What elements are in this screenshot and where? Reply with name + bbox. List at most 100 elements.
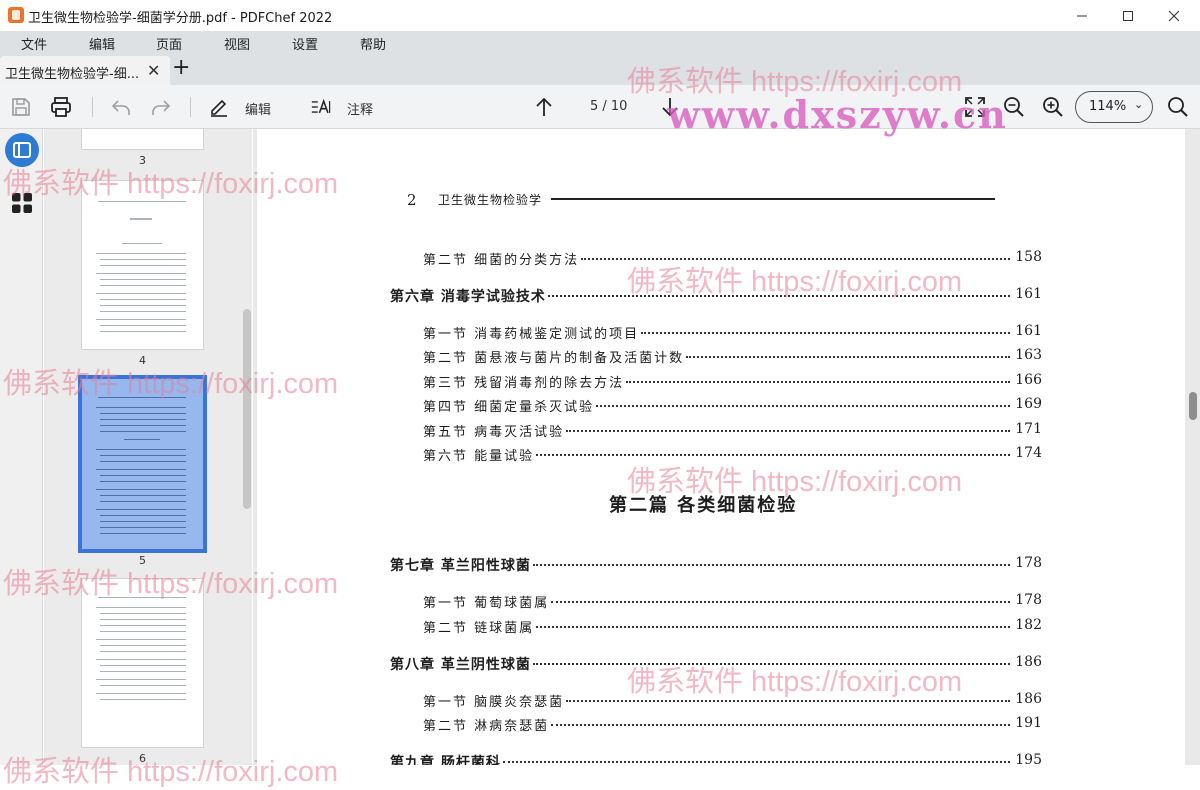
edit-tool-button[interactable] [207, 95, 231, 119]
toc-leader-dots [581, 258, 1010, 260]
toc-page-number: 186 [1015, 654, 1042, 670]
edit-tool-label[interactable]: 编辑 [245, 99, 271, 118]
arrow-down-icon [662, 98, 678, 117]
part-title: 第二篇 各类细菌检验 [609, 495, 798, 516]
pdf-page: 2 卫生微生物检验学 第二节 细菌的分类方法 158 第六章 消毒学试验技术 161 第… [257, 129, 1185, 765]
close-icon [1168, 10, 1180, 21]
new-tab-button[interactable]: + [172, 55, 190, 81]
fit-page-button[interactable] [963, 95, 987, 119]
annotate-icon [311, 98, 331, 114]
undo-icon [111, 100, 130, 115]
toc-section-row: 第一节 葡萄球菌属 178 [257, 592, 1185, 614]
toc-leader-dots [686, 356, 1010, 358]
page-header-title: 卫生微生物检验学 [438, 193, 543, 207]
toc-page-number: 158 [1015, 249, 1042, 265]
toc-page-number: 195 [1015, 752, 1042, 765]
toc-chapter-row: 第七章 革兰阳性球菌 178 [257, 555, 1185, 577]
toc-entry-title: 第七章 革兰阳性球菌 [390, 558, 531, 574]
page-thumbnail[interactable] [82, 579, 203, 747]
toc-leader-dots [533, 564, 1010, 566]
tab-close-icon[interactable]: ✕ [147, 61, 160, 80]
toc-page-number: 166 [1015, 372, 1042, 388]
thumbnail-page-number: 4 [139, 354, 146, 367]
redo-button[interactable] [149, 95, 173, 119]
minimize-button[interactable] [1059, 0, 1105, 31]
toc-section-row: 第五节 病毒灭活试验 171 [257, 421, 1185, 443]
menu-settings[interactable]: 设置 [292, 34, 318, 53]
arrow-up-icon [536, 97, 552, 116]
save-button[interactable] [9, 95, 33, 119]
toc-section-row: 第二节 链球菌属 182 [257, 617, 1185, 639]
pencil-icon [211, 99, 227, 117]
document-viewport: 2 卫生微生物检验学 第二节 细菌的分类方法 158 第六章 消毒学试验技术 161 第… [253, 129, 1200, 765]
toc-section-row: 第二节 菌悬液与菌片的制备及活菌计数 163 [257, 347, 1185, 369]
annotate-tool-label[interactable]: 注释 [347, 99, 373, 118]
grid-view-button[interactable] [11, 192, 33, 214]
toc-chapter-row: 第九章 肠杆菌科 195 [257, 752, 1185, 765]
thumbnails-toggle-button[interactable] [5, 133, 39, 167]
document-scrollbar[interactable] [1189, 392, 1197, 420]
toc-chapter-row: 第六章 消毒学试验技术 161 [257, 286, 1185, 308]
pdfchef-app-icon [8, 7, 24, 23]
page-thumbnail[interactable] [82, 129, 203, 149]
thumbnail-panel: 3 4 5 6 [44, 129, 252, 765]
thumbnail-page-number: 3 [139, 154, 146, 167]
window-title: 卫生微生物检验学-细菌学分册.pdf - PDFChef 2022 [28, 11, 333, 26]
menu-help[interactable]: 帮助 [360, 34, 386, 53]
next-page-button[interactable] [658, 95, 682, 119]
toolbar-divider [190, 97, 191, 117]
toc-page-number: 186 [1015, 691, 1042, 707]
thumbnail-scrollbar[interactable] [243, 309, 251, 509]
toolbar: 编辑 注释 5 / 10 114% ⌄ [0, 85, 1200, 129]
toc-leader-dots [536, 626, 1010, 628]
page-thumbnail-selected[interactable] [82, 379, 203, 549]
toc-entry-title: 第一节 脑膜炎奈瑟菌 [423, 695, 565, 710]
toc-leader-dots [596, 405, 1010, 407]
toc-leader-dots [566, 430, 1010, 432]
maximize-icon [1123, 10, 1133, 21]
toc-leader-dots [503, 761, 1010, 763]
grid-icon [12, 193, 32, 213]
zoom-value: 114% [1089, 99, 1127, 114]
previous-page-button[interactable] [532, 95, 556, 119]
page-indicator[interactable]: 5 / 10 [590, 99, 627, 114]
page-thumbnail[interactable] [82, 181, 203, 349]
toc-section-row: 第二节 细菌的分类方法 158 [257, 249, 1185, 271]
menu-view[interactable]: 视图 [224, 34, 250, 53]
maximize-button[interactable] [1105, 0, 1151, 31]
toc-entry-title: 第九章 肠杆菌科 [390, 755, 501, 765]
toc-page-number: 171 [1015, 421, 1042, 437]
toc-leader-dots [548, 295, 1010, 297]
document-tab[interactable]: 卫生微生物检验学-细... ✕ [0, 56, 170, 85]
zoom-select[interactable]: 114% ⌄ [1075, 91, 1153, 123]
toc-leader-dots [566, 700, 1010, 702]
left-rail [0, 129, 43, 765]
fullscreen-icon [965, 97, 985, 117]
toolbar-divider [92, 97, 93, 117]
toc-leader-dots [533, 663, 1010, 665]
close-window-button[interactable] [1151, 0, 1197, 31]
print-button[interactable] [49, 95, 73, 119]
zoom-in-button[interactable] [1041, 95, 1065, 119]
menu-edit[interactable]: 编辑 [89, 34, 115, 53]
menu-page[interactable]: 页面 [156, 34, 182, 53]
annotate-tool-button[interactable] [309, 95, 335, 119]
toc-entry-title: 第一节 葡萄球菌属 [423, 596, 550, 611]
toc-page-number: 161 [1015, 286, 1042, 302]
toc-leader-dots [536, 454, 1010, 456]
toc-section-row: 第一节 消毒药械鉴定测试的项目 161 [257, 323, 1185, 345]
zoom-out-button[interactable] [1002, 95, 1026, 119]
toc-entry-title: 第二节 菌悬液与菌片的制备及活菌计数 [423, 351, 685, 366]
toc-leader-dots [551, 601, 1010, 603]
toc-section-row: 第三节 残留消毒剂的除去方法 166 [257, 372, 1185, 394]
menu-file[interactable]: 文件 [21, 34, 47, 53]
page-panel-icon [13, 142, 31, 158]
page-header-number: 2 [407, 191, 417, 209]
search-button[interactable] [1166, 95, 1190, 119]
toc-page-number: 174 [1015, 445, 1042, 461]
save-icon [12, 98, 30, 116]
toc-leader-dots [641, 332, 1010, 334]
toc-entry-title: 第一节 消毒药械鉴定测试的项目 [423, 327, 640, 342]
undo-button[interactable] [109, 95, 133, 119]
toc-section-row: 第二节 淋病奈瑟菌 191 [257, 715, 1185, 737]
